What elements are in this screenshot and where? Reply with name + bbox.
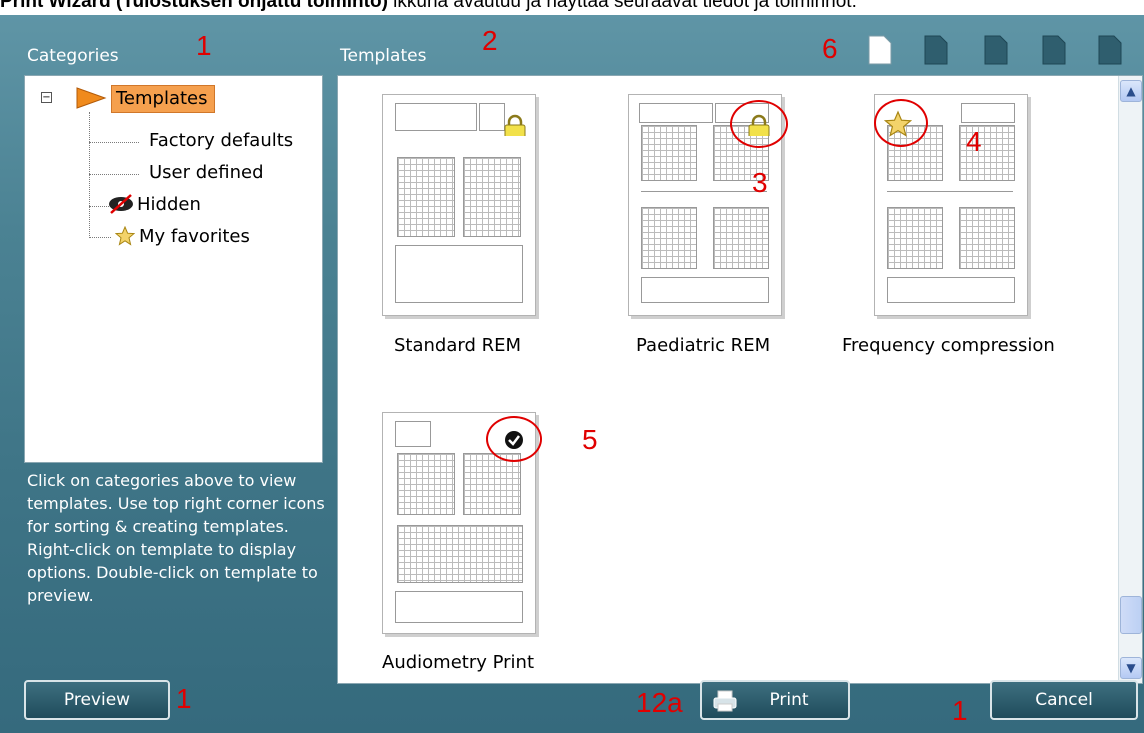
thumb-header-box: [395, 103, 477, 131]
collapse-icon[interactable]: −: [41, 92, 52, 103]
scroll-down-icon[interactable]: ▼: [1120, 657, 1142, 679]
sort-icon-2[interactable]: [984, 35, 1008, 65]
print-wizard-window: Categories 1 − Templates Factory default…: [0, 15, 1144, 733]
thumb-grid: [463, 453, 521, 515]
star-icon: [115, 226, 135, 246]
template-name-standard-rem[interactable]: Standard REM: [394, 335, 521, 356]
annotation-check: 5: [582, 424, 598, 455]
thumb-notes-box: [887, 277, 1015, 303]
annotation-templates: 2: [482, 25, 498, 56]
thumb-grid: [397, 453, 455, 515]
printer-icon: [713, 690, 737, 712]
tree-item-hidden[interactable]: Hidden: [137, 194, 201, 215]
annotation-categories: 1: [196, 30, 212, 61]
new-template-icon[interactable]: [868, 35, 892, 65]
sort-icon-1[interactable]: [924, 35, 948, 65]
thumb-grid: [641, 207, 697, 269]
thumb-grid: [641, 125, 697, 181]
thumb-grid: [397, 525, 523, 583]
annotation-star: 4: [966, 126, 982, 157]
tree-connector: [89, 174, 139, 175]
tree-connector: [89, 206, 109, 207]
tree-item-templates[interactable]: Templates: [111, 85, 215, 113]
sort-icon-3[interactable]: [1042, 35, 1066, 65]
highlight-circle: [730, 100, 788, 148]
scroll-thumb[interactable]: [1120, 596, 1142, 634]
thumb-grid: [887, 207, 943, 269]
template-name-paediatric-rem[interactable]: Paediatric REM: [636, 335, 770, 356]
templates-heading: Templates: [340, 46, 427, 66]
categories-heading: Categories: [27, 46, 119, 66]
annotation-toolbar: 6: [822, 33, 838, 64]
annotation-lock: 3: [752, 167, 768, 198]
caption-rest: ikkuna avautuu ja näyttää seuraavat tied…: [387, 0, 857, 12]
thumb-grid: [713, 207, 769, 269]
hidden-eye-icon: [109, 194, 133, 214]
annotation-preview: 1: [176, 683, 192, 714]
template-name-audiometry-print[interactable]: Audiometry Print: [382, 652, 534, 673]
thumb-notes-box: [395, 591, 523, 623]
sort-icon-4[interactable]: [1098, 35, 1122, 65]
templates-panel: Standard REM 3 Paediatric REM 4 Frequenc…: [337, 75, 1143, 684]
categories-tree[interactable]: − Templates Factory defaults User define…: [24, 75, 323, 463]
thumb-header-box: [639, 103, 713, 123]
annotation-cancel: 1: [952, 695, 968, 726]
thumb-header-box: [961, 103, 1015, 123]
tree-item-user-defined[interactable]: User defined: [149, 162, 264, 183]
print-button-label: Print: [769, 690, 809, 710]
thumb-notes-box: [641, 277, 769, 303]
cancel-button[interactable]: Cancel: [990, 680, 1138, 720]
annotation-print: 12a: [636, 687, 683, 718]
caption-bold: Print Wizard (Tulostuksen ohjattu toimin…: [0, 0, 388, 12]
categories-hint: Click on categories above to view templa…: [27, 471, 325, 605]
vertical-scrollbar[interactable]: ▲ ▼: [1118, 76, 1142, 683]
highlight-circle: [486, 416, 542, 462]
thumb-grid: [397, 157, 455, 237]
highlight-circle: [874, 99, 928, 147]
thumb-grid: [463, 157, 521, 237]
tree-connector: [89, 142, 139, 143]
preview-button[interactable]: Preview: [24, 680, 170, 720]
thumb-line: [887, 191, 1013, 192]
tree-item-factory-defaults[interactable]: Factory defaults: [149, 130, 293, 151]
tree-connector: [89, 237, 111, 238]
tree-item-my-favorites[interactable]: My favorites: [139, 226, 250, 247]
thumb-header-box: [395, 421, 431, 447]
arrow-icon: [76, 87, 107, 109]
thumb-line: [641, 191, 767, 192]
lock-icon: [504, 114, 526, 136]
print-button[interactable]: Print: [700, 680, 850, 720]
thumb-notes-box: [395, 245, 523, 303]
template-name-frequency-compression[interactable]: Frequency compression: [842, 335, 1055, 356]
thumb-grid: [959, 207, 1015, 269]
scroll-up-icon[interactable]: ▲: [1120, 80, 1142, 102]
